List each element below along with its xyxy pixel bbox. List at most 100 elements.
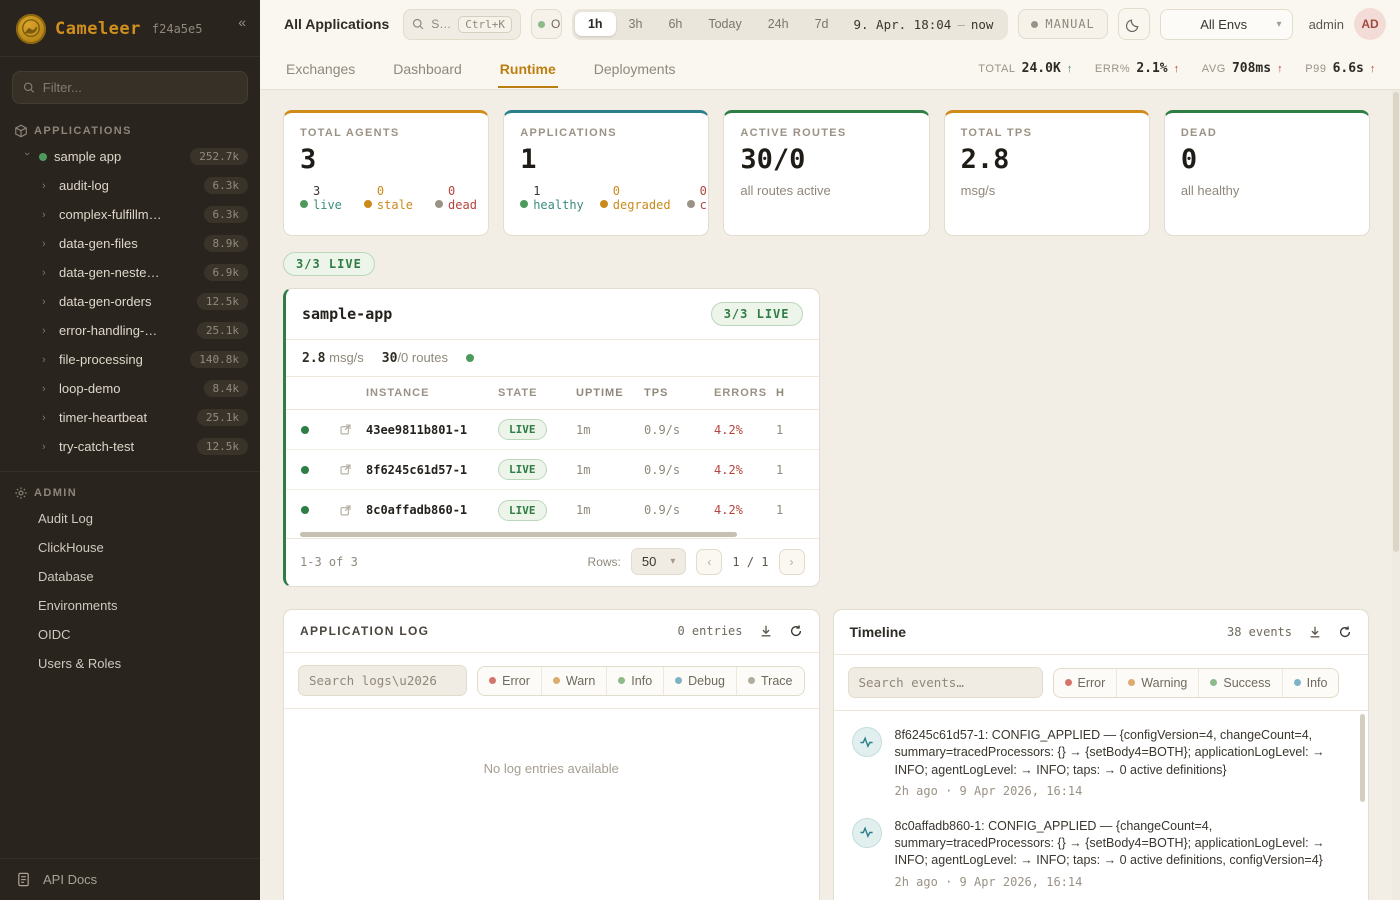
horizontal-scrollbar[interactable]	[286, 530, 819, 538]
manual-mode-button[interactable]: MANUAL	[1018, 9, 1107, 39]
table-row[interactable]: 43ee9811b801-1 LIVE 1m 0.9/s 4.2% 1	[286, 410, 820, 450]
timeline-search-input[interactable]: Search events…	[848, 667, 1043, 698]
chevron-right-icon[interactable]: ›	[42, 267, 52, 279]
chevron-right-icon[interactable]: ›	[42, 383, 52, 395]
sidebar-item-users-roles[interactable]: Users & Roles	[0, 649, 260, 678]
range-3h[interactable]: 3h	[616, 12, 656, 36]
tree-item[interactable]: ›data-gen-files8.9k	[0, 229, 260, 258]
tree-item[interactable]: ›data-gen-orders12.5k	[0, 287, 260, 316]
sidebar-item-oidc[interactable]: OIDC	[0, 620, 260, 649]
timeline-event[interactable]: 8c0affadb860-1: CONFIG_APPLIED — {change…	[848, 808, 1359, 899]
table-header: INSTANCE STATE UPTIME TPS ERRORS H	[286, 377, 820, 410]
prev-page-button[interactable]: ‹	[696, 549, 722, 575]
up-arrow-icon: ↑	[1370, 63, 1376, 75]
sidebar-item-environments[interactable]: Environments	[0, 591, 260, 620]
chevron-right-icon[interactable]: ›	[42, 412, 52, 424]
tree-item-sample-app[interactable]: › sample app 252.7k	[0, 142, 260, 171]
tab-runtime[interactable]: Runtime	[498, 50, 558, 88]
range-6h[interactable]: 6h	[655, 12, 695, 36]
page-scrollbar[interactable]	[1392, 90, 1400, 900]
chevron-right-icon[interactable]: ›	[42, 296, 52, 308]
warn-dot	[553, 677, 560, 684]
admin-section-header: ADMIN	[0, 472, 260, 504]
range-today[interactable]: Today	[695, 12, 754, 36]
keyboard-shortcut: Ctrl+K	[458, 16, 512, 33]
chevron-down-icon[interactable]: ›	[21, 152, 33, 162]
tree-item[interactable]: ›audit-log6.3k	[0, 171, 260, 200]
range-1h[interactable]: 1h	[575, 12, 616, 36]
avatar[interactable]: AD	[1354, 8, 1386, 40]
chip-success[interactable]: Success	[1198, 669, 1281, 697]
sidebar-filter[interactable]	[12, 71, 248, 104]
download-icon[interactable]	[759, 624, 773, 638]
stat-total: TOTAL24.0K↑	[978, 61, 1073, 76]
sidebar-collapse-icon[interactable]: «	[238, 14, 246, 30]
environments-dropdown[interactable]: All Envs ▾	[1160, 9, 1293, 40]
info-dot	[1294, 679, 1301, 686]
sidebar-header: Cameleer f24a5e5 «	[0, 0, 260, 57]
timeline-scrollbar[interactable]	[1360, 714, 1365, 802]
chip-info[interactable]: Info	[1282, 669, 1339, 697]
chip-error[interactable]: Error	[478, 667, 541, 695]
tree-item[interactable]: ›complex-fulfillm…6.3k	[0, 200, 260, 229]
theme-toggle-button[interactable]	[1118, 8, 1150, 40]
chip-debug[interactable]: Debug	[663, 667, 736, 695]
filter-input[interactable]	[43, 80, 237, 95]
custom-date-range[interactable]: 9. Apr. 18:04—now	[841, 12, 1005, 37]
range-7d[interactable]: 7d	[802, 12, 842, 36]
range-24h[interactable]: 24h	[755, 12, 802, 36]
external-link-icon[interactable]	[324, 463, 366, 476]
external-link-icon[interactable]	[324, 423, 366, 436]
instance-status-dot	[301, 466, 309, 474]
chip-warn[interactable]: Warn	[541, 667, 606, 695]
chevron-down-icon: ▾	[670, 556, 675, 567]
timeline-event[interactable]: 8f6245c61d57-1: CONFIG_APPLIED — {config…	[848, 717, 1359, 808]
activity-icon	[852, 727, 882, 757]
instance-status-dot	[301, 426, 309, 434]
global-search[interactable]: S… Ctrl+K	[403, 9, 521, 40]
error-dot	[1065, 679, 1072, 686]
card-active-routes: ACTIVE ROUTES 30/0 all routes active	[723, 110, 929, 236]
chip-warning[interactable]: Warning	[1116, 669, 1198, 697]
breakdown-stale: 0stale	[364, 184, 413, 212]
tree-item[interactable]: ›data-gen-neste…6.9k	[0, 258, 260, 287]
up-arrow-icon: ↑	[1174, 63, 1180, 75]
chevron-right-icon[interactable]: ›	[42, 354, 52, 366]
tree-item[interactable]: ›error-handling-…25.1k	[0, 316, 260, 345]
chevron-right-icon[interactable]: ›	[42, 209, 52, 221]
chip-error[interactable]: Error	[1054, 669, 1117, 697]
log-search-input[interactable]: Search logs\u2026	[298, 665, 467, 696]
tree-item[interactable]: ›file-processing140.8k	[0, 345, 260, 374]
tab-dashboard[interactable]: Dashboard	[391, 50, 464, 88]
tab-deployments[interactable]: Deployments	[592, 50, 678, 88]
chevron-right-icon[interactable]: ›	[42, 325, 52, 337]
chip-info[interactable]: Info	[606, 667, 663, 695]
empty-state-message: No log entries available	[284, 709, 819, 776]
rows-per-page-select[interactable]: 50▾	[631, 548, 687, 575]
tree-item[interactable]: ›timer-heartbeat25.1k	[0, 403, 260, 432]
table-row[interactable]: 8f6245c61d57-1 LIVE 1m 0.9/s 4.2% 1	[286, 450, 820, 490]
count-badge: 8.9k	[204, 235, 249, 252]
chip-trace[interactable]: Trace	[736, 667, 804, 695]
tree-item[interactable]: ›try-catch-test12.5k	[0, 432, 260, 461]
status-dot-green	[39, 153, 47, 161]
card-dead: DEAD 0 all healthy	[1164, 110, 1370, 236]
chevron-right-icon[interactable]: ›	[42, 441, 52, 453]
api-docs-link[interactable]: API Docs	[0, 858, 260, 900]
sidebar-item-database[interactable]: Database	[0, 562, 260, 591]
tab-exchanges[interactable]: Exchanges	[284, 50, 357, 88]
download-icon[interactable]	[1308, 625, 1322, 639]
chevron-right-icon[interactable]: ›	[42, 180, 52, 192]
chevron-right-icon[interactable]: ›	[42, 238, 52, 250]
refresh-icon[interactable]	[789, 624, 803, 638]
tree-item[interactable]: ›loop-demo8.4k	[0, 374, 260, 403]
sidebar-item-clickhouse[interactable]: ClickHouse	[0, 533, 260, 562]
table-row[interactable]: 8c0affadb860-1 LIVE 1m 0.9/s 4.2% 1	[286, 490, 820, 530]
sidebar-item-audit-log[interactable]: Audit Log	[0, 504, 260, 533]
refresh-icon[interactable]	[1338, 625, 1352, 639]
online-status-pill[interactable]: O	[531, 9, 562, 39]
external-link-icon[interactable]	[324, 504, 366, 517]
breakdown-live: 3live	[300, 184, 342, 212]
page-title: All Applications	[284, 16, 389, 32]
next-page-button[interactable]: ›	[779, 549, 805, 575]
